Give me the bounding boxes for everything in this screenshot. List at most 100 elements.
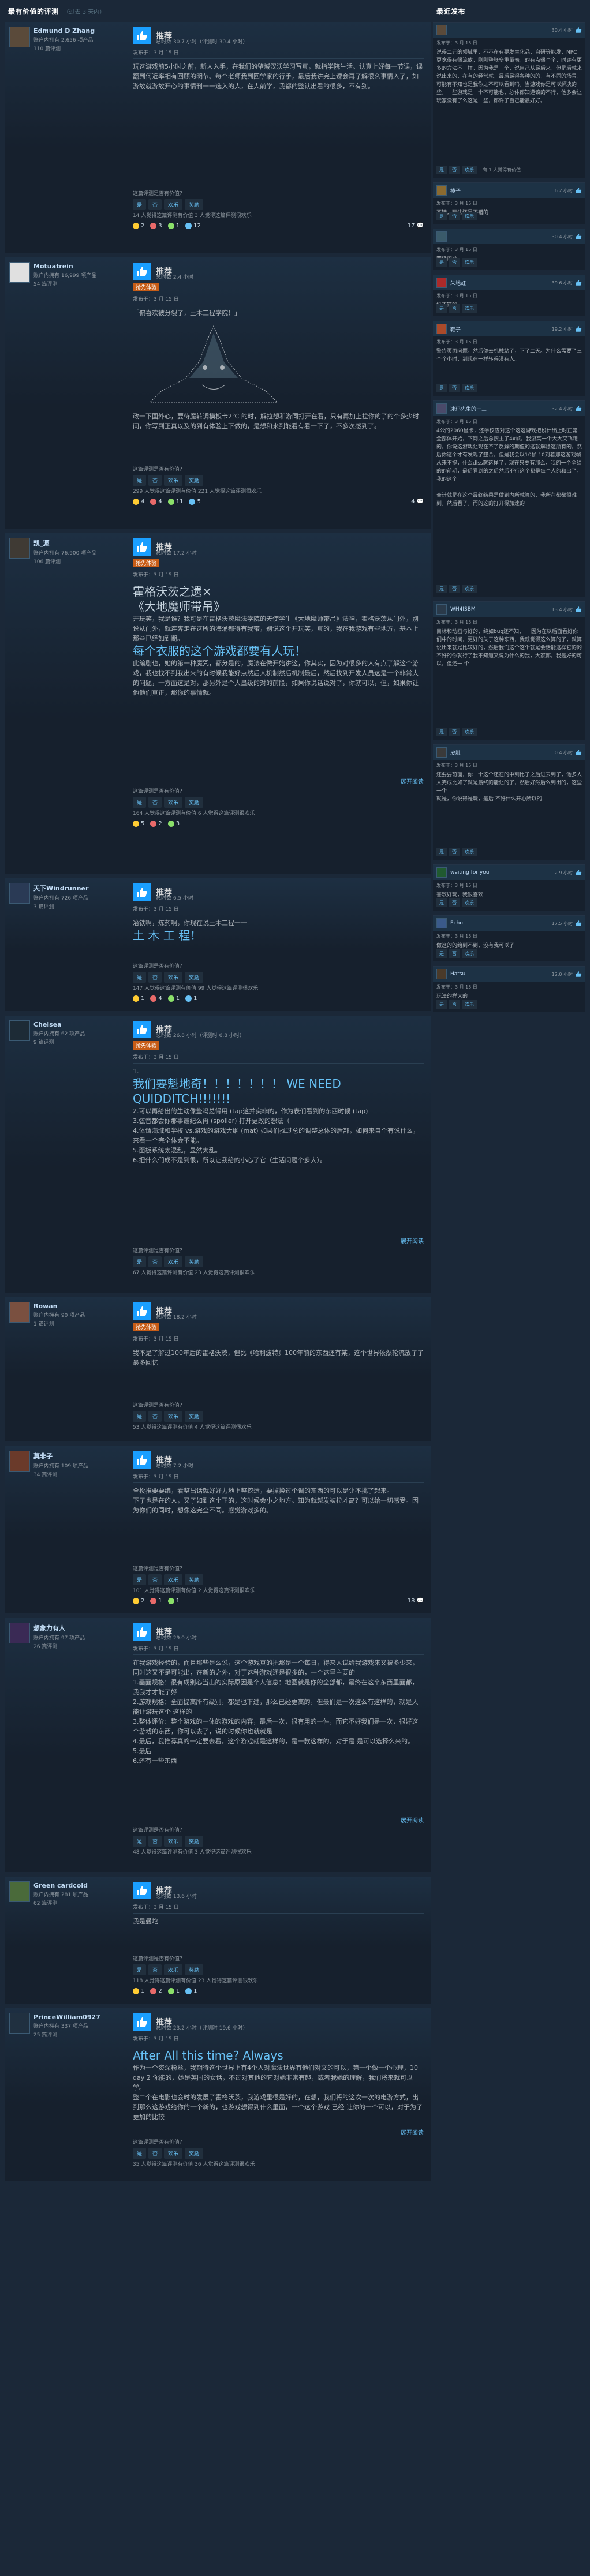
author-name[interactable]: Edmund D Zhang xyxy=(33,27,130,35)
vote-yes-button[interactable]: 是 xyxy=(436,949,447,958)
vote-no-button[interactable]: 否 xyxy=(449,898,460,907)
vote-yes-button[interactable]: 是 xyxy=(436,212,447,220)
award-button[interactable]: 奖励 xyxy=(185,972,204,983)
avatar[interactable] xyxy=(9,1451,30,1472)
vote-yes-button[interactable]: 是 xyxy=(133,797,147,808)
award-badge[interactable]: 1 xyxy=(167,995,180,1002)
award-badge[interactable]: 1 xyxy=(167,223,180,229)
vote-no-button[interactable]: 否 xyxy=(148,475,162,486)
author-name[interactable]: Chelsea xyxy=(33,1021,130,1028)
comment-count[interactable]: 17 💬 xyxy=(408,223,424,229)
award-badge[interactable]: 2 xyxy=(133,223,144,229)
vote-yes-button[interactable]: 是 xyxy=(133,972,147,983)
award-badge[interactable]: 5 xyxy=(189,499,201,505)
award-badge[interactable]: 2 xyxy=(150,1988,162,1994)
avatar[interactable] xyxy=(9,1623,30,1643)
vote-yes-button[interactable]: 是 xyxy=(133,1964,147,1975)
vote-no-button[interactable]: 否 xyxy=(148,797,162,808)
author-name[interactable]: Green cardcold xyxy=(33,1882,130,1889)
avatar[interactable] xyxy=(9,262,30,283)
recent-author-name[interactable]: 鞋子 xyxy=(450,325,552,333)
vote-yes-button[interactable]: 是 xyxy=(133,475,147,486)
vote-no-button[interactable]: 否 xyxy=(148,1836,162,1847)
award-button[interactable]: 奖励 xyxy=(185,475,204,486)
vote-no-button[interactable]: 否 xyxy=(449,848,460,856)
vote-no-button[interactable]: 否 xyxy=(449,728,460,736)
vote-funny-button[interactable]: 欢乐 xyxy=(462,728,477,736)
expand-link[interactable]: 展开阅读 xyxy=(401,777,424,785)
vote-funny-button[interactable]: 欢乐 xyxy=(164,797,183,808)
vote-no-button[interactable]: 否 xyxy=(449,1000,460,1009)
comment-count[interactable]: 4 💬 xyxy=(411,499,424,505)
vote-yes-button[interactable]: 是 xyxy=(436,848,447,856)
vote-no-button[interactable]: 否 xyxy=(148,1256,162,1267)
vote-yes-button[interactable]: 是 xyxy=(436,304,447,313)
vote-funny-button[interactable]: 欢乐 xyxy=(164,972,183,983)
recent-author-name[interactable]: Echo xyxy=(450,920,552,926)
award-button[interactable]: 奖励 xyxy=(185,2148,204,2159)
recent-author-name[interactable]: 朱地虹 xyxy=(450,279,552,287)
award-button[interactable]: 奖励 xyxy=(185,1836,204,1847)
author-name[interactable]: 天下Windrunner xyxy=(33,883,130,893)
vote-no-button[interactable]: 否 xyxy=(449,304,460,313)
recent-author-name[interactable]: 掉子 xyxy=(450,187,555,194)
vote-yes-button[interactable]: 是 xyxy=(436,166,447,174)
recent-author-name[interactable]: 冰玛先生的十三 xyxy=(450,405,552,413)
award-badge[interactable]: 11 xyxy=(167,499,183,505)
award-button[interactable]: 奖励 xyxy=(185,199,204,210)
vote-funny-button[interactable]: 欢乐 xyxy=(462,166,477,174)
vote-yes-button[interactable]: 是 xyxy=(133,1411,147,1422)
expand-link[interactable]: 展开阅读 xyxy=(401,1236,424,1245)
award-badge[interactable]: 1 xyxy=(133,1988,144,1994)
author-name[interactable]: Motuatrein xyxy=(33,263,130,270)
vote-funny-button[interactable]: 欢乐 xyxy=(164,2148,183,2159)
vote-no-button[interactable]: 否 xyxy=(148,2148,162,2159)
award-button[interactable]: 奖励 xyxy=(185,1411,204,1422)
vote-no-button[interactable]: 否 xyxy=(449,212,460,220)
author-name[interactable]: 莫非子 xyxy=(33,1451,130,1461)
avatar[interactable] xyxy=(9,1881,30,1902)
vote-no-button[interactable]: 否 xyxy=(148,1411,162,1422)
award-badge[interactable]: 4 xyxy=(150,499,162,505)
vote-no-button[interactable]: 否 xyxy=(449,949,460,958)
award-badge[interactable]: 3 xyxy=(167,821,180,827)
vote-no-button[interactable]: 否 xyxy=(148,1574,162,1585)
avatar[interactable] xyxy=(436,185,447,196)
vote-yes-button[interactable]: 是 xyxy=(436,384,447,392)
author-name[interactable]: Rowan xyxy=(33,1302,130,1310)
vote-yes-button[interactable]: 是 xyxy=(133,199,147,210)
vote-funny-button[interactable]: 欢乐 xyxy=(164,475,183,486)
avatar[interactable] xyxy=(9,1020,30,1041)
avatar[interactable] xyxy=(436,969,447,979)
award-badge[interactable]: 5 xyxy=(133,821,144,827)
avatar[interactable] xyxy=(436,604,447,615)
award-button[interactable]: 奖励 xyxy=(185,1256,204,1267)
vote-funny-button[interactable]: 欢乐 xyxy=(462,1000,477,1009)
vote-funny-button[interactable]: 欢乐 xyxy=(164,1574,183,1585)
recent-author-name[interactable]: waiting for you xyxy=(450,870,555,875)
avatar[interactable] xyxy=(9,538,30,559)
vote-yes-button[interactable]: 是 xyxy=(133,2148,147,2159)
award-button[interactable]: 奖励 xyxy=(185,797,204,808)
vote-yes-button[interactable]: 是 xyxy=(133,1574,147,1585)
award-badge[interactable]: 2 xyxy=(133,1598,144,1604)
vote-no-button[interactable]: 否 xyxy=(449,384,460,392)
vote-funny-button[interactable]: 欢乐 xyxy=(164,1964,183,1975)
vote-no-button[interactable]: 否 xyxy=(449,585,460,593)
recent-author-name[interactable]: Hatsui xyxy=(450,971,552,977)
recent-author-name[interactable]: WH4ISBM xyxy=(450,606,552,612)
vote-yes-button[interactable]: 是 xyxy=(133,1256,147,1267)
avatar[interactable] xyxy=(436,747,447,758)
award-badge[interactable]: 1 xyxy=(185,1988,197,1994)
award-badge[interactable]: 3 xyxy=(150,223,162,229)
award-badge[interactable]: 4 xyxy=(150,995,162,1002)
award-button[interactable]: 奖励 xyxy=(185,1574,204,1585)
vote-funny-button[interactable]: 欢乐 xyxy=(462,949,477,958)
award-badge[interactable]: 1 xyxy=(167,1988,180,1994)
vote-funny-button[interactable]: 欢乐 xyxy=(164,199,183,210)
vote-yes-button[interactable]: 是 xyxy=(436,1000,447,1009)
award-badge[interactable]: 1 xyxy=(133,995,144,1002)
vote-no-button[interactable]: 否 xyxy=(449,166,460,174)
vote-funny-button[interactable]: 欢乐 xyxy=(164,1256,183,1267)
avatar[interactable] xyxy=(9,27,30,47)
